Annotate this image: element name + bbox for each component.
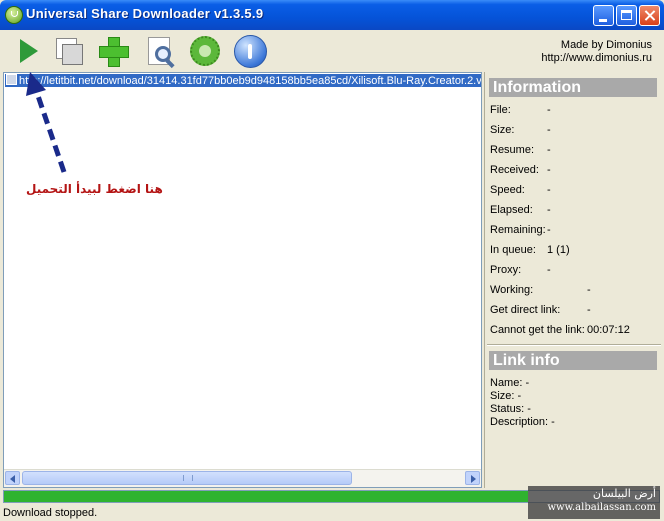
info-icon[interactable] [233,34,267,68]
info-row-speed: Speed: - [490,184,551,196]
maximize-button[interactable] [616,5,637,26]
window-title: Universal Share Downloader v1.3.5.9 [26,6,264,21]
progress-fill [4,491,528,502]
made-by-credit: Made by Dimonius http://www.dimonius.ru [541,39,652,65]
link-info-name: Name: - [490,377,530,389]
title-bar: Universal Share Downloader v1.3.5.9 [0,0,664,30]
panel-divider [487,344,661,346]
info-row-in-queue: In queue: 1 (1) [490,244,570,256]
information-heading: Information [489,78,657,97]
link-info-description: Description: - [490,416,555,428]
made-by-url[interactable]: http://www.dimonius.ru [541,52,652,65]
info-row-resume: Resume: - [490,144,551,156]
gear-icon[interactable] [188,34,222,68]
status-text: Download stopped. [3,507,98,519]
app-icon [5,6,23,24]
link-info-size: Size: - [490,390,522,402]
info-row-cannot-get-link: Cannot get the link: 00:07:12 [490,324,630,336]
info-row-get-direct-link: Get direct link: - [490,304,591,316]
made-by-name: Made by Dimonius [560,39,652,51]
info-row-elapsed: Elapsed: - [490,204,551,216]
play-icon[interactable] [12,34,46,68]
link-info-status: Status: - [490,403,531,415]
minimize-button[interactable] [593,5,614,26]
item-url: http://letitbit.net/download/31414.31fd7… [19,75,481,87]
annotation-text: هنا اضغط لبيدأ التحميل [26,182,163,196]
horizontal-scrollbar[interactable] [4,469,481,487]
download-list[interactable]: http://letitbit.net/download/31414.31fd7… [3,72,482,488]
info-row-remaining: Remaining: - [490,224,551,236]
close-button[interactable] [639,5,660,26]
plus-icon[interactable] [96,34,130,68]
info-row-file: File: - [490,104,551,116]
preview-icon[interactable] [143,34,177,69]
copy-icon[interactable] [52,34,86,68]
scroll-thumb[interactable] [22,471,352,485]
scroll-right-icon[interactable] [465,471,480,485]
list-item[interactable]: http://letitbit.net/download/31414.31fd7… [5,74,481,87]
toolbar: Made by Dimonius http://www.dimonius.ru [0,30,664,72]
item-checkbox[interactable] [6,74,17,85]
info-panel: Information File: - Size: - Resume: - Recei… [484,72,663,488]
info-row-size: Size: - [490,124,551,136]
info-row-working: Working: - [490,284,591,296]
watermark-url: www.albailassan.com [547,502,656,513]
scroll-left-icon[interactable] [5,471,20,485]
info-row-received: Received: - [490,164,551,176]
site-watermark: أرض البيلسان www.albailassan.com [528,486,660,519]
watermark-arabic: أرض البيلسان [592,487,656,500]
link-info-heading: Link info [489,351,657,370]
info-row-proxy: Proxy: - [490,264,551,276]
